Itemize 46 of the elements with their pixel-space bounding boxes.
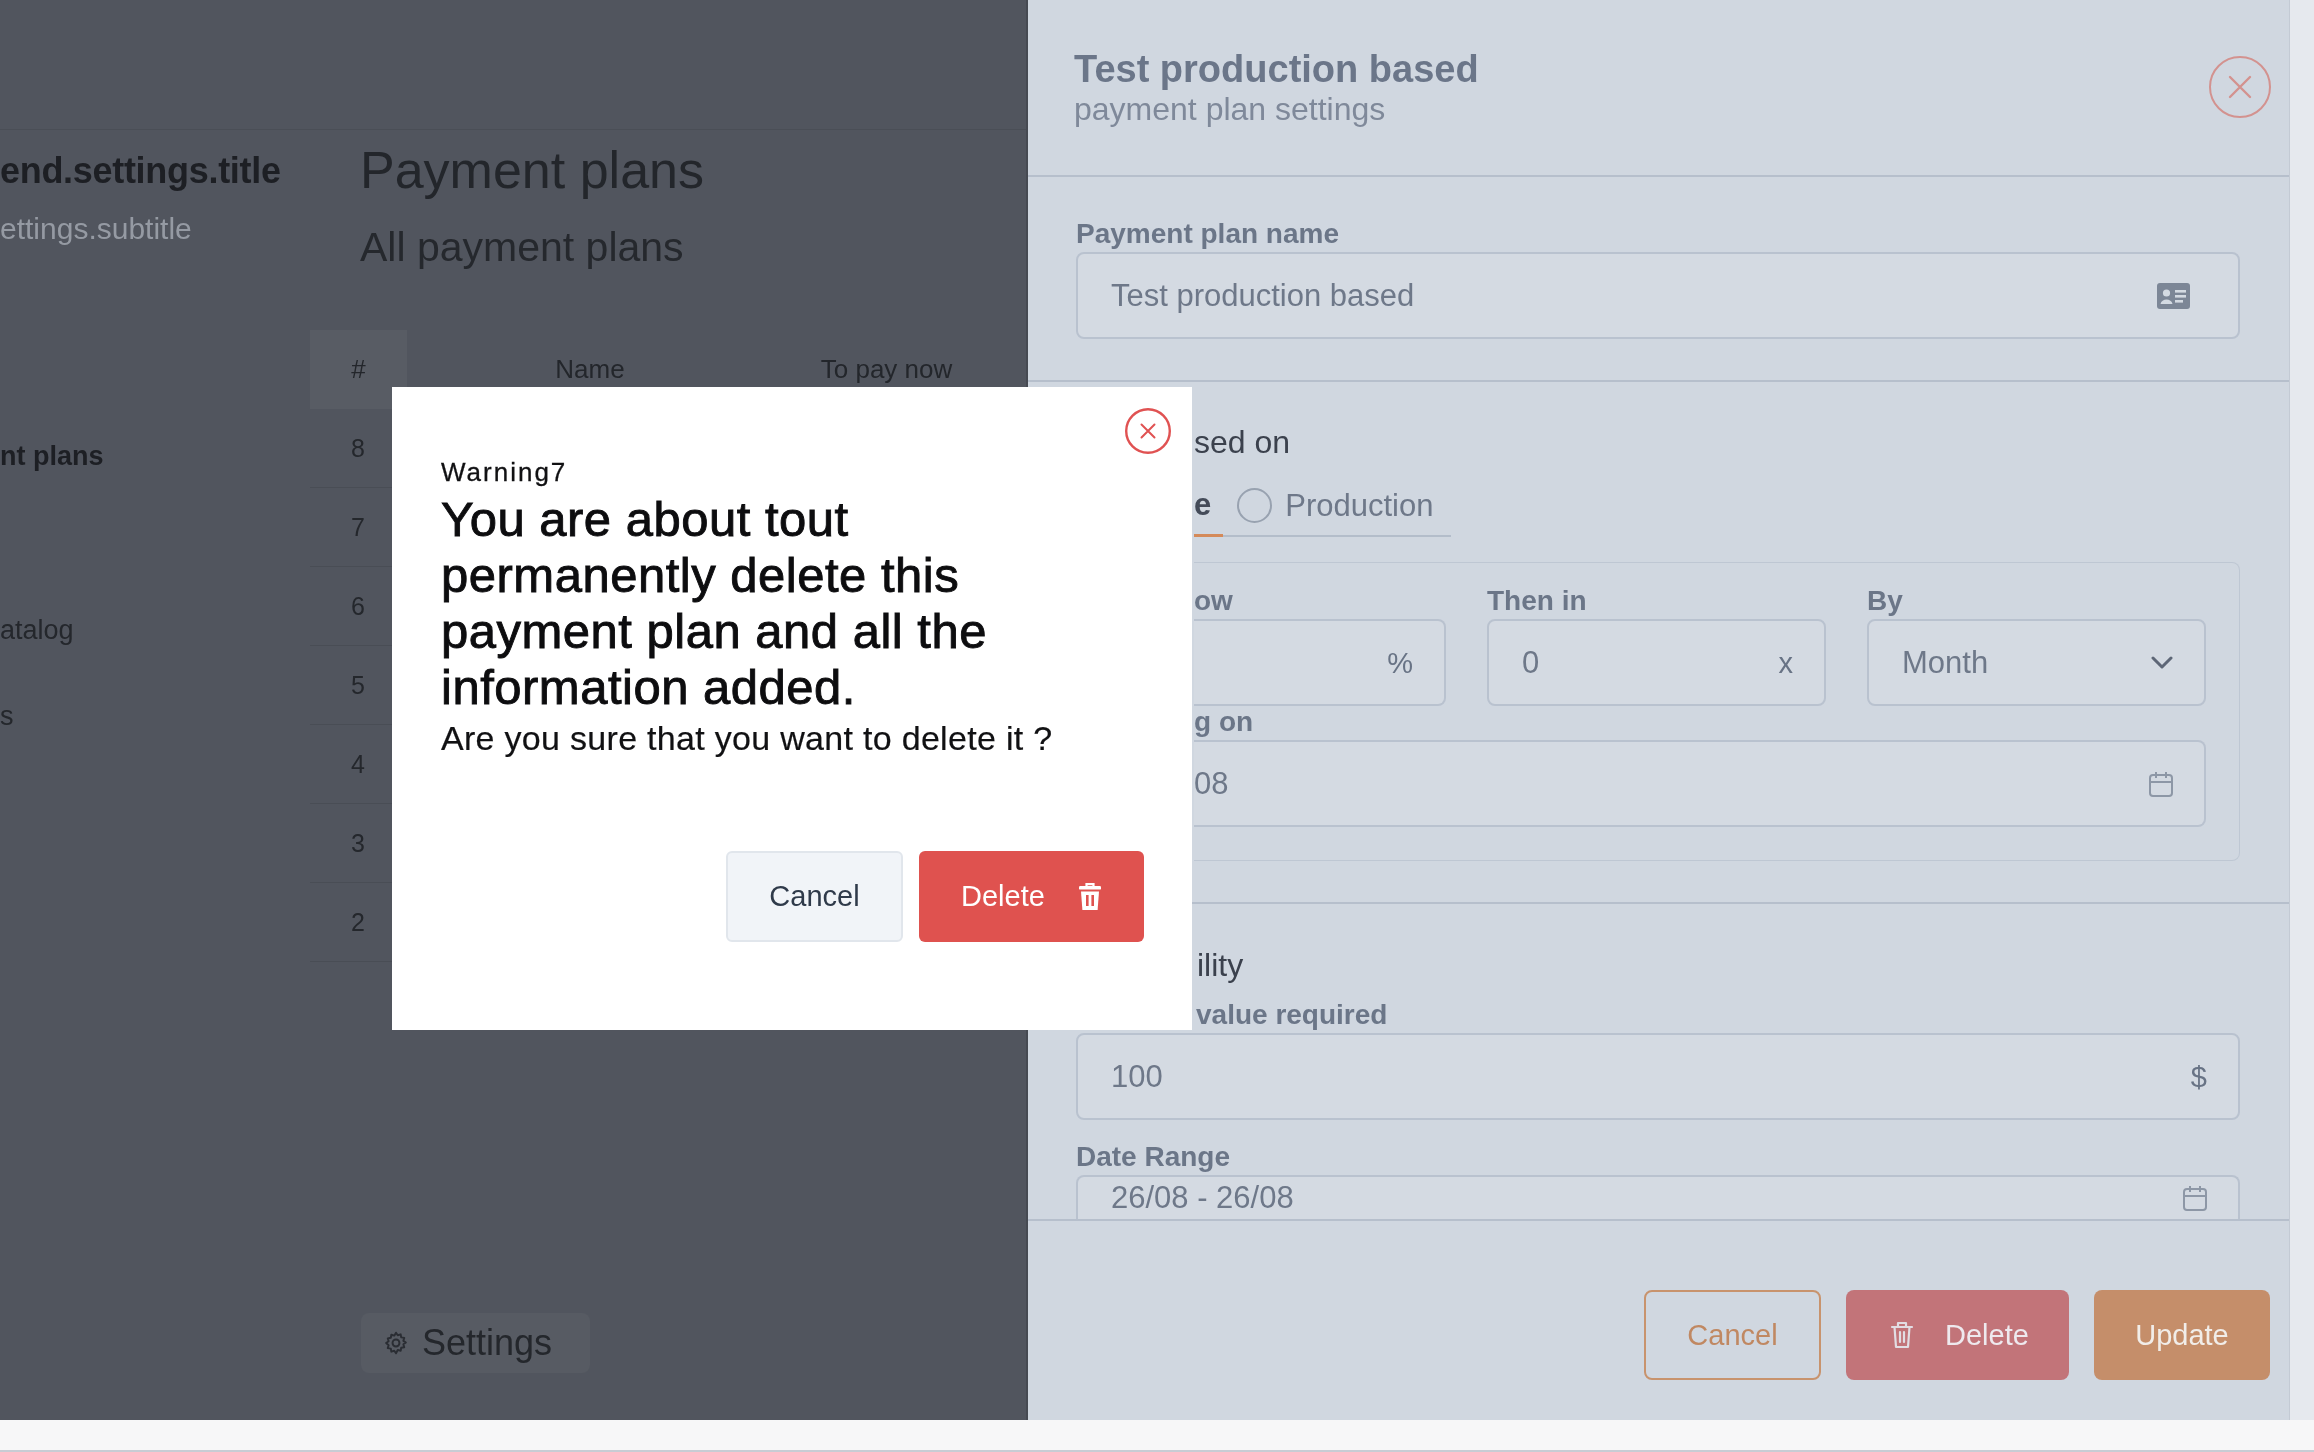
id-card-icon xyxy=(2157,282,2190,309)
delete-button[interactable]: Delete xyxy=(1846,1290,2069,1380)
sidebar-title: end.settings.title xyxy=(0,150,281,192)
field-label: Payment plan name xyxy=(1076,218,1339,250)
text-field[interactable]: Test production based xyxy=(1076,252,2240,339)
section-heading: ility xyxy=(1197,946,1244,984)
unit-label: x xyxy=(1778,645,1793,681)
close-icon xyxy=(2209,56,2271,118)
trash-icon xyxy=(1077,882,1102,911)
field-label: By xyxy=(1867,585,1903,617)
field-label: g on xyxy=(1194,706,1254,738)
option-tab[interactable]: Production xyxy=(1223,476,1452,537)
radio-icon xyxy=(1237,488,1273,523)
section-heading: sed on xyxy=(1194,423,1291,461)
select-field[interactable]: Month xyxy=(1867,619,2206,706)
calendar-icon xyxy=(2149,770,2173,797)
field-label: value required xyxy=(1196,999,1388,1031)
dialog-question: Are you sure that you want to delete it ? xyxy=(441,718,1053,758)
delete-button[interactable]: Delete xyxy=(919,851,1144,942)
date-field[interactable]: 08 xyxy=(1194,740,2206,827)
calendar-icon xyxy=(2183,1185,2207,1211)
close-button[interactable] xyxy=(1125,408,1171,454)
update-button[interactable]: Update xyxy=(2094,1290,2270,1380)
unit-label: % xyxy=(1387,645,1413,681)
input-field[interactable]: 0 x xyxy=(1487,619,1826,706)
field-label: Date Range xyxy=(1076,1141,1231,1173)
chevron-down-icon xyxy=(2151,656,2173,669)
cancel-button[interactable]: Cancel xyxy=(726,851,903,942)
trash-icon xyxy=(1890,1321,1914,1349)
sidebar-subtitle: ettings.subtitle xyxy=(0,211,192,247)
settings-icon xyxy=(383,1330,409,1356)
dialog-label: Warning7 xyxy=(441,457,568,487)
input-field[interactable]: 100 $ xyxy=(1076,1033,2240,1120)
panel-title: Test production based xyxy=(1074,47,1479,91)
dialog-message: You are about tout permanently delete this payment plan and all the information added. xyxy=(441,491,988,715)
input-field[interactable]: % xyxy=(1194,619,1446,706)
cancel-button[interactable]: Cancel xyxy=(1644,1290,1821,1380)
column-header: # xyxy=(310,330,407,409)
panel-subtitle: payment plan settings xyxy=(1074,91,1386,127)
field-label: ow xyxy=(1194,585,1233,617)
settings-button[interactable]: Settings xyxy=(361,1313,590,1373)
sidebar-item[interactable]: nt plans xyxy=(0,413,104,499)
close-icon xyxy=(1125,408,1171,454)
date-field[interactable]: 26/08 - 26/08 xyxy=(1076,1175,2240,1219)
field-label: Then in xyxy=(1487,585,1587,617)
unit-label: $ xyxy=(2190,1059,2207,1095)
